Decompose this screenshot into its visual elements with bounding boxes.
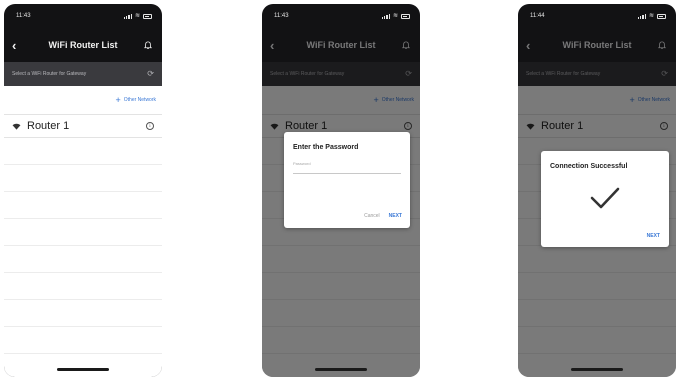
- status-icons: ≋: [381, 13, 410, 19]
- router-name: Router 1: [27, 120, 70, 132]
- page-title: WiFi Router List: [48, 40, 118, 50]
- status-bar: 11:43 ≋: [262, 4, 420, 28]
- home-indicator: [571, 368, 623, 371]
- success-dialog: Connection Successful NEXT: [541, 151, 669, 247]
- page-title: WiFi Router List: [306, 40, 376, 50]
- phone-screen-router-list: 11:43 ≋ ‹ WiFi Router List Select a WiFi…: [4, 4, 162, 377]
- checkmark-icon: [590, 187, 620, 209]
- other-network-button[interactable]: + Other Network: [4, 86, 162, 114]
- status-time: 11:44: [530, 13, 545, 19]
- back-arrow-icon[interactable]: ‹: [526, 39, 530, 52]
- plus-icon: +: [115, 94, 121, 105]
- battery-icon: [143, 13, 152, 19]
- other-network-label: Other Network: [123, 97, 156, 103]
- home-indicator: [57, 368, 109, 371]
- dialog-actions: Cancel NEXT: [364, 213, 402, 219]
- signal-icon: [123, 13, 132, 19]
- wifi-status-icon: ≋: [648, 13, 654, 19]
- status-icons: ≋: [123, 13, 152, 19]
- refresh-icon[interactable]: ⟳: [147, 70, 154, 78]
- status-time: 11:43: [274, 13, 289, 19]
- phone-screen-password: 11:43 ≋ ‹ WiFi Router List Select a WiFi…: [262, 4, 420, 377]
- list-item: [4, 219, 162, 246]
- nav-bar: ‹ WiFi Router List: [4, 28, 162, 62]
- back-arrow-icon[interactable]: ‹: [270, 39, 274, 52]
- wifi-status-icon: ≋: [134, 13, 140, 19]
- router-list-item[interactable]: Router 1 i: [4, 114, 162, 138]
- list-item: [4, 192, 162, 219]
- phone-screen-success: 11:44 ≋ ‹ WiFi Router List Select a WiFi…: [518, 4, 676, 377]
- bell-icon[interactable]: [402, 40, 410, 50]
- info-icon[interactable]: i: [146, 122, 154, 130]
- battery-icon: [401, 13, 410, 19]
- wifi-status-icon: ≋: [392, 13, 398, 19]
- dialog-actions: NEXT: [647, 233, 660, 239]
- bell-icon[interactable]: [658, 40, 666, 50]
- list-item: [4, 327, 162, 354]
- list-item: [4, 273, 162, 300]
- password-dialog: Enter the Password Password Cancel NEXT: [284, 132, 410, 228]
- next-button[interactable]: NEXT: [389, 213, 402, 219]
- signal-icon: [381, 13, 390, 19]
- battery-icon: [657, 13, 666, 19]
- status-time: 11:43: [16, 13, 31, 19]
- wifi-icon: [12, 123, 21, 130]
- page-title: WiFi Router List: [562, 40, 632, 50]
- dialog-title: Enter the Password: [293, 144, 359, 151]
- password-label: Password: [293, 161, 311, 166]
- status-bar: 11:43 ≋: [4, 4, 162, 28]
- nav-bar: ‹ WiFi Router List: [518, 28, 676, 62]
- back-arrow-icon[interactable]: ‹: [12, 39, 16, 52]
- bell-icon[interactable]: [144, 40, 152, 50]
- status-bar: 11:44 ≋: [518, 4, 676, 28]
- list-item: [4, 300, 162, 327]
- signal-icon: [637, 13, 646, 19]
- dialog-title: Connection Successful: [550, 163, 628, 170]
- next-button[interactable]: NEXT: [647, 233, 660, 239]
- subheader-text: Select a WiFi Router for Gateway: [12, 71, 87, 77]
- home-indicator: [315, 368, 367, 371]
- status-icons: ≋: [637, 13, 666, 19]
- list-item: [4, 165, 162, 192]
- list-item: [4, 246, 162, 273]
- cancel-button[interactable]: Cancel: [364, 213, 380, 219]
- subheader: Select a WiFi Router for Gateway ⟳: [4, 62, 162, 86]
- list-item: [4, 138, 162, 165]
- router-list: + Other Network Router 1 i: [4, 86, 162, 377]
- nav-bar: ‹ WiFi Router List: [262, 28, 420, 62]
- password-input[interactable]: [293, 173, 401, 174]
